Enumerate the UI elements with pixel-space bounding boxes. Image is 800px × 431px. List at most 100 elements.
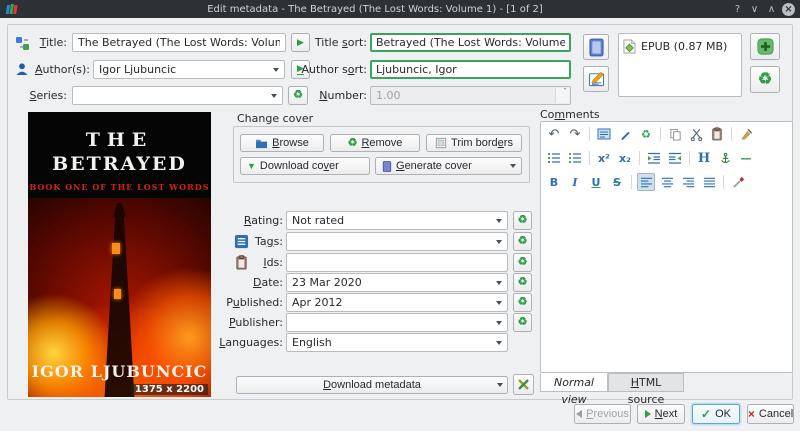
recycle-icon: ♻: [518, 236, 528, 247]
cut-icon[interactable]: [687, 125, 705, 143]
bold-icon[interactable]: B: [545, 173, 563, 191]
published-combo[interactable]: Apr 2012: [286, 293, 508, 312]
align-left-icon[interactable]: [637, 173, 655, 191]
text-color-brush-icon[interactable]: [729, 173, 747, 191]
formats-list[interactable]: EPUB (0.87 MB): [618, 33, 742, 97]
trim-borders-button[interactable]: Trim borders: [426, 134, 522, 152]
rating-label: Rating:: [180, 211, 283, 230]
date-combo[interactable]: 23 Mar 2020: [286, 273, 508, 292]
browse-cover-button[interactable]: Browse: [240, 134, 324, 152]
clear-publisher-button[interactable]: ♻: [513, 313, 532, 332]
clean-broom-icon[interactable]: [737, 125, 755, 143]
plus-icon: [756, 37, 775, 56]
superscript-icon[interactable]: x²: [595, 149, 613, 167]
clear-formatting-icon[interactable]: ♻: [637, 125, 655, 143]
copy-icon[interactable]: [666, 125, 684, 143]
dropdown-arrow-icon: [496, 219, 502, 223]
dropdown-arrow-icon: [496, 281, 502, 285]
smarten-punctuation-icon[interactable]: [616, 125, 634, 143]
align-justify-icon[interactable]: [700, 173, 718, 191]
clear-series-button[interactable]: ♻: [288, 86, 308, 105]
toolbar-separator: [639, 151, 640, 165]
insert-link-icon[interactable]: [716, 149, 734, 167]
titlebar: Edit metadata - The Betrayed (The Lost W…: [0, 0, 800, 18]
select-all-icon[interactable]: [595, 125, 613, 143]
unshade-button[interactable]: ∧: [765, 4, 778, 15]
next-button[interactable]: Next: [637, 404, 685, 424]
subscript-icon[interactable]: x₂: [616, 149, 634, 167]
author-sort-input[interactable]: Ljubuncic, Igor: [370, 60, 571, 79]
ordered-list-icon[interactable]: [545, 149, 563, 167]
spinner-arrows[interactable]: [555, 88, 569, 103]
close-button[interactable]: ×: [782, 3, 795, 16]
spin-down-icon[interactable]: [562, 88, 568, 103]
clear-date-button[interactable]: ♻: [513, 273, 532, 292]
clear-ids-button[interactable]: ♻: [513, 253, 532, 272]
download-cover-label: Download cover: [260, 160, 339, 172]
bullet-list-icon[interactable]: [566, 149, 584, 167]
series-combo[interactable]: [72, 86, 283, 105]
previous-button[interactable]: Previous: [574, 404, 631, 424]
recycle-icon: ♻: [518, 317, 528, 328]
series-number-value: 1.00: [376, 87, 401, 104]
folder-icon: [255, 138, 268, 149]
format-label: EPUB (0.87 MB): [641, 40, 727, 53]
remove-format-button[interactable]: ♻: [750, 66, 780, 93]
rating-combo[interactable]: Not rated: [286, 211, 508, 230]
clear-rating-button[interactable]: ♻: [513, 211, 532, 230]
italic-icon[interactable]: I: [566, 173, 584, 191]
align-right-icon[interactable]: [679, 173, 697, 191]
rating-value: Not rated: [292, 212, 344, 229]
redo-icon[interactable]: ↷: [566, 125, 584, 143]
tags-combo[interactable]: [286, 232, 508, 251]
toolbar-separator: [689, 151, 690, 165]
cancel-button[interactable]: × Cancel: [747, 404, 794, 424]
download-metadata-button[interactable]: Download metadata: [236, 376, 508, 394]
strikethrough-icon[interactable]: S: [608, 173, 626, 191]
publisher-combo[interactable]: [286, 313, 508, 332]
format-item-epub[interactable]: EPUB (0.87 MB): [623, 37, 737, 55]
ok-button[interactable]: ✓ OK: [692, 404, 740, 424]
shade-button[interactable]: ∨: [748, 4, 761, 15]
cover-subtitle: BOOK ONE OF THE LOST WORDS: [28, 182, 211, 192]
number-label: Number:: [310, 86, 367, 105]
undo-icon[interactable]: ↶: [545, 125, 563, 143]
download-cover-button[interactable]: ▼ Download cover: [240, 157, 370, 175]
title-sort-input[interactable]: Betrayed (The Lost Words: Volume 1), The: [370, 33, 571, 52]
metadata-from-format-button[interactable]: [583, 66, 609, 92]
heading-icon[interactable]: H: [695, 149, 713, 167]
remove-label: Remove: [361, 137, 402, 149]
help-button[interactable]: ?: [731, 4, 744, 15]
authors-combo[interactable]: Igor Ljubuncic: [93, 60, 285, 79]
languages-combo[interactable]: English: [286, 333, 508, 352]
remove-cover-button[interactable]: ♻ Remove: [330, 134, 420, 152]
configure-metadata-download-button[interactable]: [513, 374, 534, 395]
indent-icon[interactable]: [645, 149, 663, 167]
toolbar-separator: [723, 175, 724, 189]
clear-tags-button[interactable]: ♻: [513, 232, 532, 251]
clear-published-button[interactable]: ♻: [513, 293, 532, 312]
author-sort-value: Ljubuncic, Igor: [376, 61, 457, 78]
underline-icon[interactable]: U: [587, 173, 605, 191]
cover-from-format-button[interactable]: [583, 34, 609, 60]
align-center-icon[interactable]: [658, 173, 676, 191]
series-number-spinbox[interactable]: 1.00: [370, 86, 571, 105]
ids-input[interactable]: [286, 253, 508, 272]
generate-cover-button[interactable]: Generate cover: [375, 157, 522, 175]
recycle-icon: ♻: [518, 257, 528, 268]
add-format-button[interactable]: [750, 33, 780, 60]
dropdown-arrow-icon: [496, 301, 502, 305]
recycle-icon: ♻: [518, 215, 528, 226]
tab-html-source[interactable]: HTML source: [608, 373, 684, 392]
calibre-logo-icon: [5, 2, 19, 16]
tab-normal-view[interactable]: Normal view: [540, 373, 608, 392]
toolbar-separator: [589, 127, 590, 141]
title-input[interactable]: The Betrayed (The Lost Words: Volume 1): [72, 33, 286, 52]
paste-icon[interactable]: [708, 125, 726, 143]
date-label: Date:: [180, 273, 283, 292]
recycle-icon: ♻: [518, 297, 528, 308]
published-label: Published:: [180, 293, 283, 312]
languages-label: Languages:: [180, 333, 283, 352]
insert-separator-icon[interactable]: —: [737, 149, 755, 167]
outdent-icon[interactable]: [666, 149, 684, 167]
